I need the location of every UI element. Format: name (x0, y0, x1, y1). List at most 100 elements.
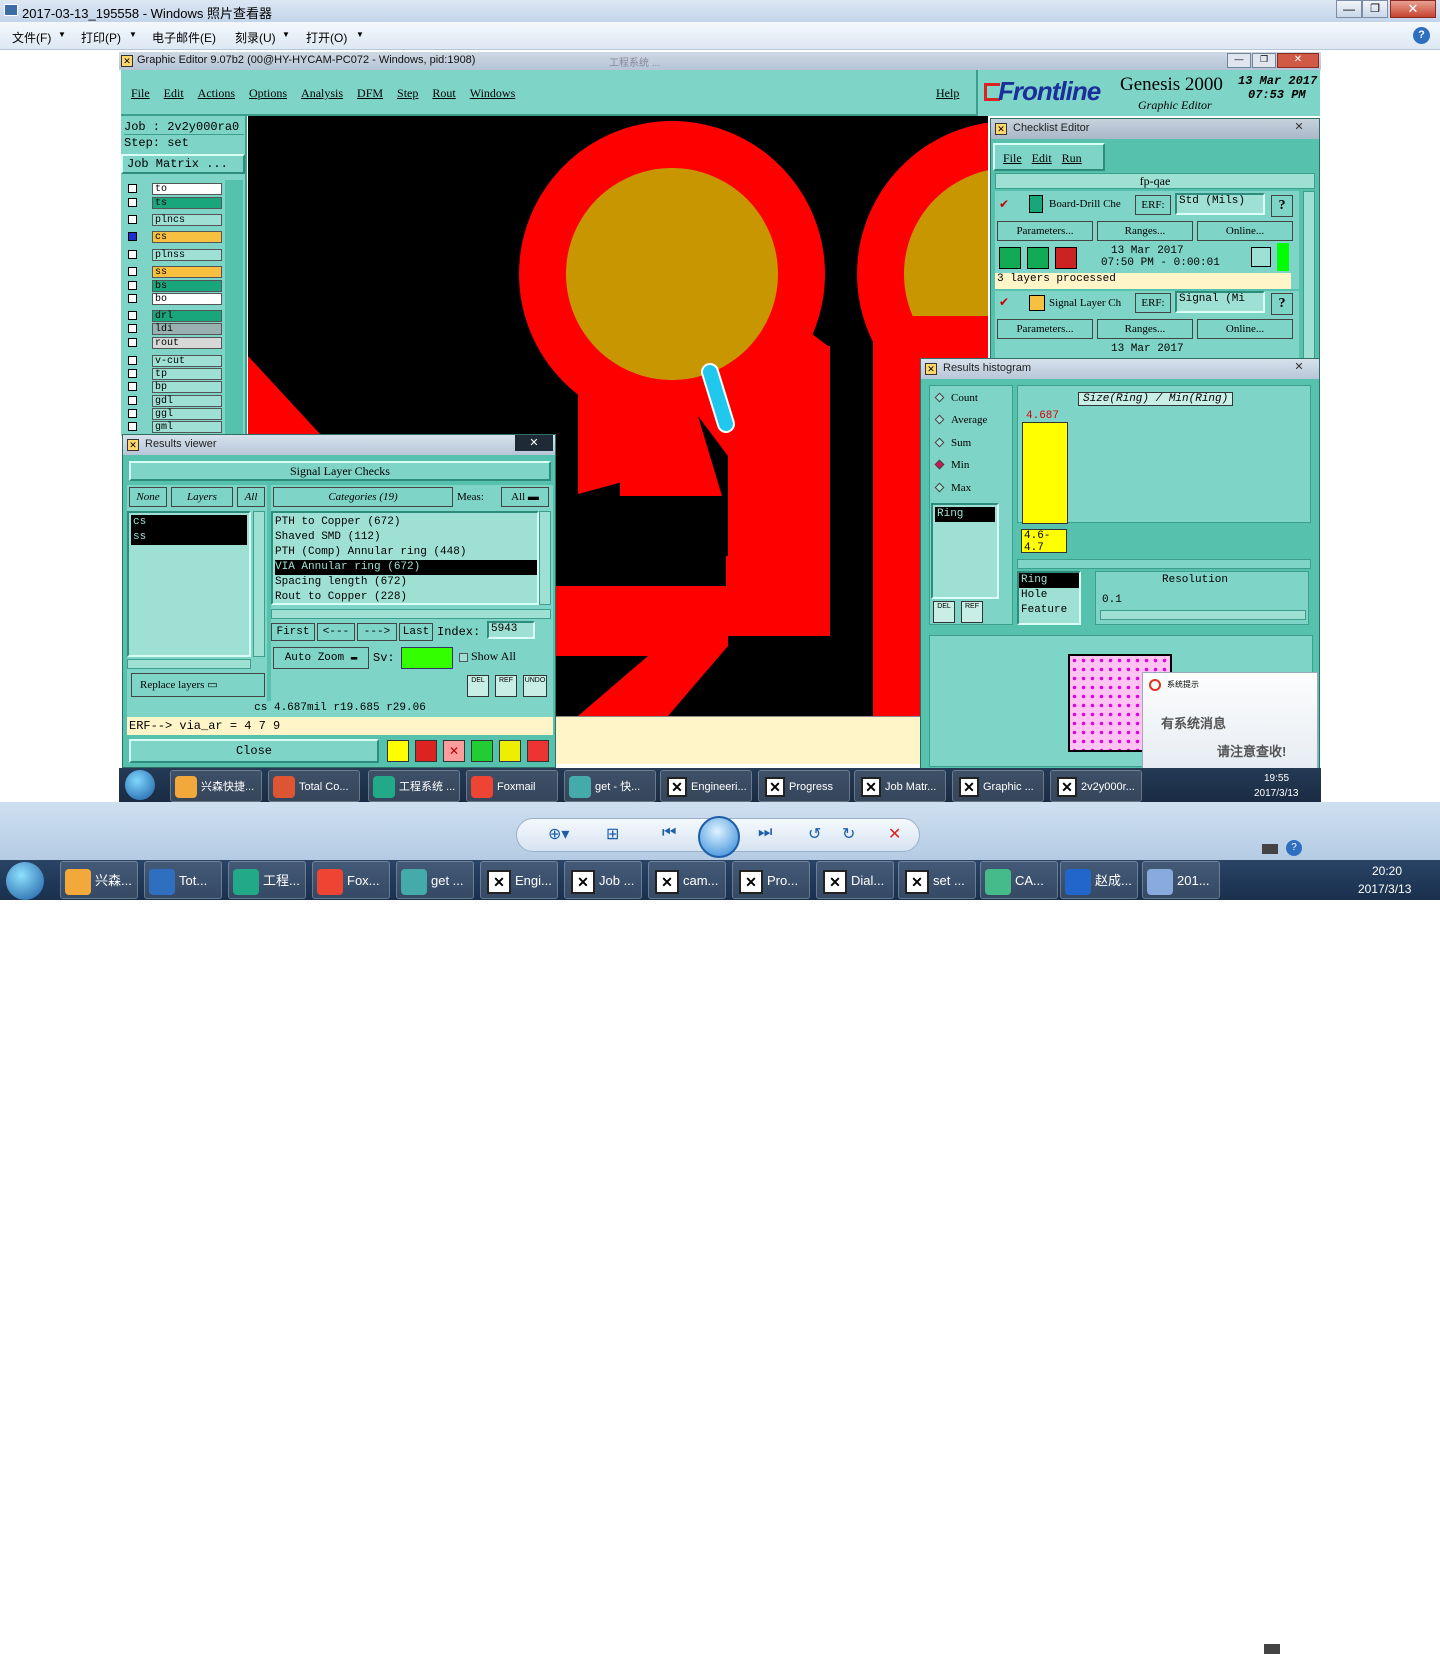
layer-row[interactable]: ts (124, 197, 222, 209)
help-icon[interactable]: ? (1271, 293, 1293, 315)
outer-task-button[interactable]: 201... (1142, 861, 1220, 899)
layer-row[interactable]: to (124, 183, 222, 195)
maximize-button[interactable]: ❐ (1362, 0, 1388, 18)
exchange-icon[interactable] (471, 740, 493, 762)
layer-scroll[interactable] (225, 180, 243, 436)
layer-checkbox[interactable] (128, 311, 137, 320)
layer-select-list[interactable]: cs ss (127, 511, 251, 657)
layer-checkbox[interactable] (128, 267, 137, 276)
inner-task-button[interactable]: Total Co... (268, 770, 360, 802)
help-icon[interactable]: ? (1286, 840, 1302, 856)
histogram-option[interactable]: Count (934, 392, 978, 404)
menu-open[interactable]: 打开(O) (306, 29, 347, 46)
inner-task-button[interactable]: 兴森快捷... (170, 770, 262, 802)
job-matrix-button[interactable]: Job Matrix ... (121, 154, 245, 174)
menu-burn[interactable]: 刻录(U) (235, 29, 276, 46)
layer-row[interactable]: bo (124, 293, 222, 305)
layer-row[interactable]: gml (124, 421, 222, 433)
erf-button[interactable]: ERF: (1135, 195, 1171, 215)
menu-edit[interactable]: Edit (1032, 151, 1052, 166)
layer-checkbox[interactable] (128, 294, 137, 303)
slideshow-button[interactable] (698, 816, 740, 858)
genesis-close[interactable]: ✕ (1277, 53, 1319, 68)
close-icon[interactable]: ✕ (1281, 119, 1317, 135)
feature-list[interactable]: Ring Hole Feature (1017, 571, 1081, 625)
layer-row[interactable]: ldi (124, 323, 222, 335)
layer-row[interactable]: cs (124, 231, 222, 243)
layer-checkbox[interactable] (128, 422, 137, 431)
histogram-option[interactable]: Average (934, 414, 987, 426)
first-button[interactable]: First (271, 623, 315, 641)
menu-email[interactable]: 电子邮件(E) (152, 29, 216, 46)
layer-row[interactable]: plncs (124, 214, 222, 226)
actual-size-icon[interactable]: ⊞ (606, 824, 619, 844)
layer-checkbox[interactable] (128, 232, 137, 241)
layer-row[interactable]: plnss (124, 249, 222, 261)
menu-step[interactable]: Step (397, 86, 418, 101)
list-item[interactable]: Shaved SMD (112) (275, 530, 537, 545)
next-button[interactable]: ---> (357, 623, 397, 641)
checklist-scrollbar[interactable] (1303, 191, 1315, 367)
flag-icon[interactable] (387, 740, 409, 762)
menu-rout[interactable]: Rout (432, 86, 455, 101)
menu-options[interactable]: Options (249, 86, 287, 101)
menu-file[interactable]: File (1003, 151, 1022, 166)
outer-task-button[interactable]: get ... (396, 861, 474, 899)
category-hscroll[interactable] (271, 609, 551, 619)
rotate-left-icon[interactable]: ↺ (808, 824, 821, 844)
prev-button[interactable]: <--- (317, 623, 355, 641)
ranges-button[interactable]: Ranges... (1097, 319, 1193, 339)
list-item[interactable]: Ring (1019, 573, 1079, 588)
outer-task-button[interactable]: 工程... (228, 861, 306, 899)
previous-icon[interactable]: ⏮ (662, 824, 676, 842)
layer-list-scrollbar[interactable] (253, 511, 265, 657)
help-icon[interactable]: ? (1413, 27, 1430, 44)
inner-task-button[interactable]: 工程系统 ... (368, 770, 460, 802)
delete-icon[interactable]: ✕ (888, 824, 901, 844)
outer-task-button[interactable]: Tot... (144, 861, 222, 899)
start-button[interactable] (125, 770, 155, 800)
close-icon[interactable]: ✕ (1281, 359, 1317, 375)
outer-task-button[interactable]: CA... (980, 861, 1058, 899)
inner-task-button[interactable]: ✕ 2v2y000r... (1050, 770, 1142, 802)
del-icon[interactable]: DEL (933, 601, 955, 623)
list-item[interactable]: Hole (1019, 588, 1079, 603)
replace-layers-button[interactable]: Replace layers ▭ (131, 673, 265, 697)
inner-task-button[interactable]: ✕ Job Matr... (854, 770, 946, 802)
menu-print[interactable]: 打印(P) (81, 29, 121, 46)
categories-button[interactable]: Categories (19) (273, 487, 453, 507)
menu-windows[interactable]: Windows (470, 86, 516, 101)
undo-icon[interactable]: UNDO (523, 675, 547, 697)
list-item[interactable]: Rout to Copper (228) (275, 590, 537, 605)
attr-list[interactable]: Ring (931, 503, 999, 599)
layer-row[interactable]: rout (124, 337, 222, 349)
histogram-option[interactable]: Min (934, 459, 969, 471)
keyboard-icon[interactable] (1262, 844, 1278, 854)
layer-checkbox[interactable] (128, 356, 137, 365)
layer-row[interactable]: drl (124, 310, 222, 322)
run-icon[interactable] (1027, 247, 1049, 269)
parameters-button[interactable]: Parameters... (997, 221, 1093, 241)
stop-icon[interactable] (1055, 247, 1077, 269)
menu-edit[interactable]: Edit (164, 86, 184, 101)
next-icon[interactable]: ⏭ (758, 824, 772, 842)
inner-task-button[interactable]: Foxmail (466, 770, 558, 802)
histogram-option[interactable]: Sum (934, 437, 971, 449)
close-button[interactable]: ✕ (1390, 0, 1436, 18)
list-item[interactable]: Spacing length (672) (275, 575, 537, 590)
layer-row[interactable]: bs (124, 280, 222, 292)
report-icon[interactable] (499, 740, 521, 762)
outer-task-button[interactable]: ✕ Engi... (480, 861, 558, 899)
close-icon[interactable]: ✕ (515, 435, 553, 451)
close-dialog-button[interactable]: Close (129, 739, 379, 763)
inner-task-button[interactable]: get - 快... (564, 770, 656, 802)
menu-file[interactable]: 文件(F) (12, 29, 51, 46)
list-item[interactable]: Ring (935, 507, 995, 522)
category-list[interactable]: PTH to Copper (672) Shaved SMD (112) PTH… (271, 511, 539, 605)
erf-value[interactable]: Std (Mils) (1175, 193, 1265, 215)
chart-icon[interactable] (527, 740, 549, 762)
list-item[interactable]: PTH (Comp) Annular ring (448) (275, 545, 537, 560)
check-enabled-icon[interactable]: ✔ (999, 295, 1009, 309)
menu-file[interactable]: File (131, 86, 150, 101)
erf-value[interactable]: Signal (Mi (1175, 291, 1265, 313)
